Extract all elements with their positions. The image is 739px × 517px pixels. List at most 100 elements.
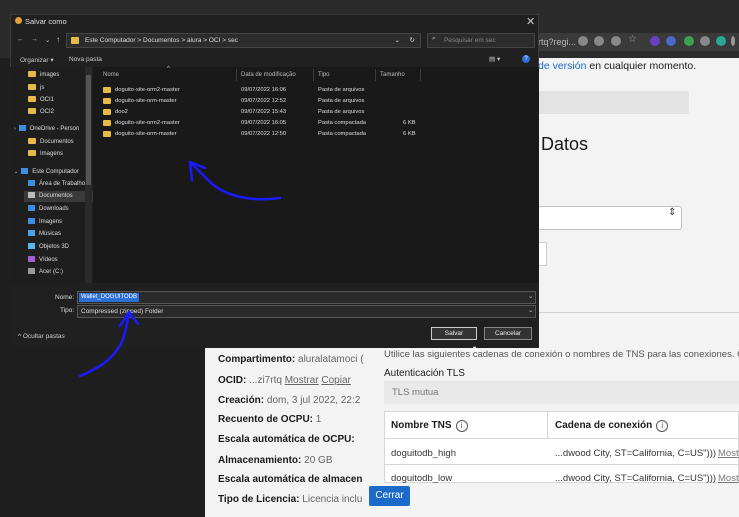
sidebar-item[interactable]: Documentos	[28, 137, 74, 148]
back-icon[interactable]: ←	[17, 36, 24, 43]
zoom-icon[interactable]	[578, 36, 588, 46]
menu-icon[interactable]	[731, 36, 735, 46]
created-row: Creación: dom, 3 jul 2022, 22:2	[218, 395, 361, 406]
extension-icon[interactable]	[650, 36, 660, 46]
chevron-updown-icon: ⇕	[668, 207, 677, 218]
extension-icon[interactable]	[700, 36, 710, 46]
sort-arrow-icon: ^	[167, 66, 170, 72]
ocpu-count-row: Recuento de OCPU: 1	[218, 414, 322, 425]
list-item[interactable]: doguito-site-orm-master 09/07/2022 12:50…	[103, 129, 423, 140]
refresh-icon[interactable]: ↻	[410, 34, 415, 47]
new-folder-button[interactable]: Nova pasta	[69, 56, 102, 63]
dialog-title: Salvar como	[25, 17, 67, 26]
file-name-label: Nome:	[55, 294, 75, 301]
column-header-name[interactable]: Nome	[103, 72, 119, 78]
chevron-down-icon[interactable]: ⌄	[395, 34, 400, 47]
ocpu-scale-row: Escala automática de OCPU:	[218, 434, 355, 445]
column-header-type[interactable]: Tipo	[318, 72, 329, 78]
storage-row: Almacenamiento: 20 GB	[218, 455, 333, 466]
sidebar-item[interactable]: Vídeos	[28, 255, 58, 266]
name-input[interactable]	[537, 91, 689, 114]
folder-icon	[28, 84, 36, 91]
copy-link[interactable]: Copiar	[321, 375, 350, 386]
info-icon[interactable]: i	[455, 420, 468, 432]
download-icon	[28, 205, 35, 212]
organize-button[interactable]: Organizar ▾	[20, 56, 54, 64]
table-cell: ...dwood City, ST=California, C=US")))	[555, 448, 717, 459]
breadcrumb-item[interactable]: alura	[187, 37, 201, 44]
breadcrumb-item[interactable]: Este Computador	[85, 37, 136, 44]
sidebar-item[interactable]: OCI2	[28, 107, 54, 118]
tls-select[interactable]: TLS mutua	[384, 381, 739, 404]
cancel-button[interactable]: Cancelar	[484, 327, 532, 340]
sidebar-item-onedrive[interactable]: › OneDrive - Person	[14, 124, 79, 135]
sidebar-item[interactable]: Área de Trabalho	[28, 179, 85, 190]
chevron-down-icon[interactable]: ⌄	[45, 36, 50, 44]
help-icon[interactable]: ?	[522, 55, 530, 63]
file-type-select[interactable]: Compressed (zipped) Folder	[77, 305, 536, 318]
conn-header: Cadena de conexión i	[555, 420, 669, 432]
translate-icon[interactable]	[594, 36, 604, 46]
show-link[interactable]: Most	[718, 448, 739, 459]
path-breadcrumb[interactable]: Este Computador > Documentos > alura > O…	[66, 33, 421, 48]
sidebar-item[interactable]: OCI1	[28, 95, 54, 106]
sidebar-item[interactable]: Downloads	[28, 204, 69, 215]
list-item[interactable]: doguito-site-orm2-master 09/07/2022 16:0…	[103, 85, 423, 96]
extension-icon[interactable]	[684, 36, 694, 46]
sidebar-item[interactable]: Acer (C:)	[28, 267, 63, 278]
license-row: Tipo de Licencia: Licencia inclu	[218, 494, 363, 505]
sidebar-item[interactable]: Objetos 3D	[28, 242, 69, 253]
sidebar-item[interactable]: images	[28, 70, 59, 81]
chevron-down-icon[interactable]: ⌄	[528, 292, 533, 300]
column-header-date[interactable]: Data de modificação	[241, 72, 296, 78]
file-name-input[interactable]	[77, 291, 536, 304]
column-divider[interactable]	[236, 69, 237, 81]
sidebar-item[interactable]: Imagens	[28, 217, 62, 228]
forward-icon[interactable]: →	[31, 36, 38, 43]
search-input[interactable]: Pesquisar em sec	[427, 33, 535, 48]
mouse-cursor-icon: ⬉	[472, 344, 480, 354]
show-link[interactable]: Mostrar	[285, 375, 319, 386]
extension-icon[interactable]	[666, 36, 676, 46]
sidebar-item[interactable]: Imagens	[28, 149, 63, 160]
chrome-icon	[15, 17, 22, 24]
folder-icon	[28, 96, 36, 103]
puzzle-icon[interactable]	[716, 36, 726, 46]
wallet-type-select[interactable]	[537, 206, 682, 230]
notice-text: en cualquier momento.	[586, 60, 697, 72]
up-arrow-icon[interactable]: ↑	[56, 35, 60, 44]
list-item[interactable]: doguito-site-orm-master 09/07/2022 12:52…	[103, 96, 423, 107]
documents-icon	[28, 192, 35, 199]
breadcrumb-item[interactable]: OCI	[209, 37, 221, 44]
close-icon[interactable]: ✕	[526, 15, 535, 28]
modal-footer	[352, 483, 739, 517]
video-icon	[28, 256, 35, 263]
file-type-label: Tipo:	[60, 307, 75, 314]
close-button[interactable]: Cerrar	[369, 486, 410, 506]
breadcrumb-item[interactable]: sec	[228, 37, 238, 44]
tns-table: Nombre TNS i Cadena de conexión i doguitod…	[384, 411, 739, 484]
chevron-up-icon: ^	[18, 333, 22, 340]
chevron-down-icon[interactable]: ⌄	[528, 306, 533, 314]
share-icon[interactable]	[611, 36, 621, 46]
column-header-size[interactable]: Tamanho	[380, 72, 405, 78]
sidebar-item[interactable]: js	[28, 83, 44, 94]
ocid-row: OCID: ...zi7rtq Mostrar Copiar	[218, 375, 351, 386]
zip-folder-icon	[103, 120, 111, 126]
sidebar-item[interactable]: Músicas	[28, 229, 61, 240]
list-item[interactable]: doguito-site-orm2-master 09/07/2022 16:0…	[103, 118, 423, 129]
version-notice: de versión en cualquier momento.	[538, 60, 696, 72]
breadcrumb-item[interactable]: Documentos	[143, 37, 180, 44]
column-divider[interactable]	[420, 69, 421, 81]
version-link[interactable]: de versión	[538, 60, 586, 72]
star-icon[interactable]: ☆	[628, 35, 638, 45]
column-divider[interactable]	[313, 69, 314, 81]
scrollbar-thumb[interactable]	[86, 75, 91, 185]
view-options-icon[interactable]: ▤ ▾	[489, 55, 500, 63]
hide-folders-toggle[interactable]: ^ Ocultar pastas	[18, 333, 65, 340]
save-button[interactable]: Salvar	[431, 327, 477, 340]
info-icon[interactable]: i	[656, 420, 669, 432]
sidebar-item-this-pc[interactable]: ⌄ Este Computador	[14, 167, 79, 178]
column-divider[interactable]	[375, 69, 376, 81]
list-item[interactable]: doo2 09/07/2022 15:43 Pasta de arquivos	[103, 107, 423, 118]
